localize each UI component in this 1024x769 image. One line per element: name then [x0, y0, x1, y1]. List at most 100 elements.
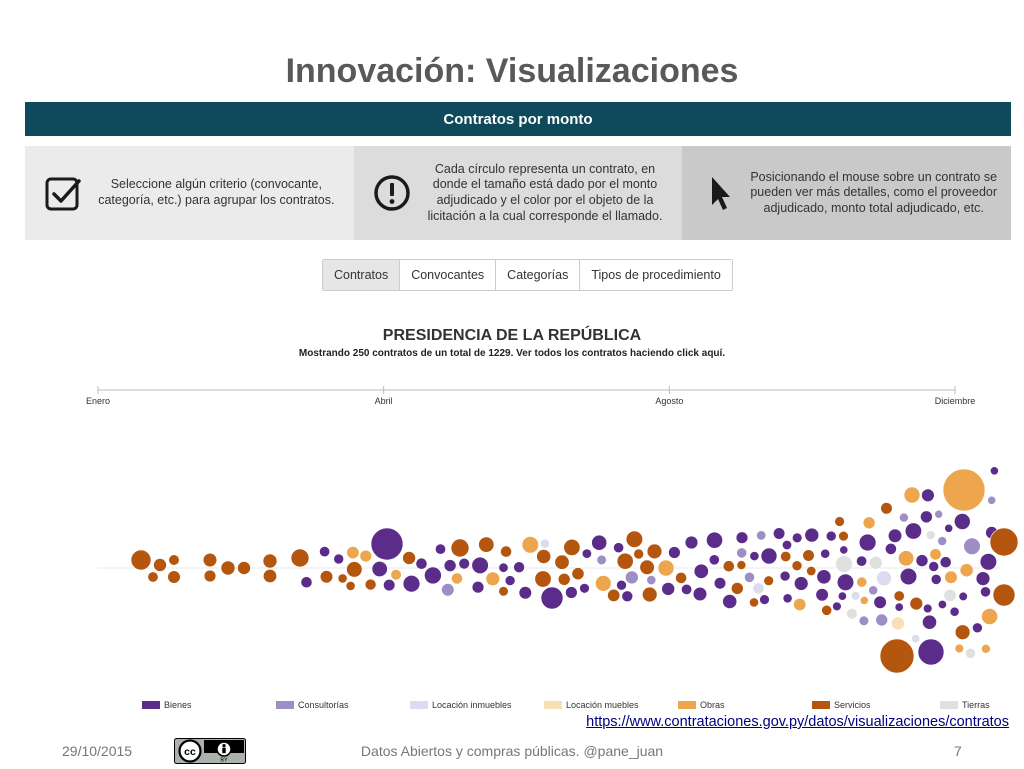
contract-bubble[interactable]	[371, 561, 388, 578]
contract-bubble[interactable]	[521, 536, 539, 554]
contract-bubble[interactable]	[390, 569, 402, 581]
contract-bubble[interactable]	[708, 554, 720, 566]
contract-bubble[interactable]	[616, 552, 634, 570]
contract-bubble[interactable]	[928, 561, 940, 572]
contract-bubble[interactable]	[975, 571, 991, 586]
contract-bubble[interactable]	[346, 546, 360, 560]
contract-bubble[interactable]	[791, 532, 803, 544]
contract-bubble[interactable]	[862, 516, 876, 530]
contract-bubble[interactable]	[383, 579, 396, 592]
contract-bubble[interactable]	[518, 586, 532, 600]
contract-bubble[interactable]	[989, 527, 1019, 557]
contract-bubble[interactable]	[415, 557, 428, 570]
contract-bubble[interactable]	[443, 559, 457, 572]
contract-bubble[interactable]	[965, 647, 976, 659]
contract-bubble[interactable]	[958, 591, 968, 601]
contract-bubble[interactable]	[781, 540, 792, 551]
contract-bubble[interactable]	[458, 557, 470, 570]
contract-bubble[interactable]	[804, 527, 820, 543]
contract-bubble[interactable]	[930, 573, 942, 585]
contract-bubble[interactable]	[441, 583, 455, 597]
contract-bubble[interactable]	[646, 543, 663, 560]
contract-bubble[interactable]	[730, 582, 744, 595]
source-link[interactable]: https://www.contrataciones.gov.py/datos/…	[586, 714, 1009, 730]
contract-bubble[interactable]	[873, 595, 887, 609]
contract-bubble[interactable]	[554, 554, 570, 570]
contract-bubble[interactable]	[722, 594, 738, 609]
contract-bubble[interactable]	[987, 495, 997, 505]
contract-bubble[interactable]	[992, 583, 1016, 607]
contract-bubble[interactable]	[203, 569, 217, 583]
contract-bubble[interactable]	[772, 527, 786, 540]
contract-bubble[interactable]	[641, 586, 658, 603]
contract-bubble[interactable]	[504, 575, 516, 586]
contract-bubble[interactable]	[744, 571, 755, 583]
contract-bubble[interactable]	[616, 579, 627, 591]
contract-bubble[interactable]	[891, 616, 905, 631]
contract-bubble[interactable]	[791, 560, 803, 571]
contract-bubble[interactable]	[949, 606, 960, 617]
contract-bubble[interactable]	[859, 595, 869, 605]
contract-bubble[interactable]	[780, 551, 792, 563]
contract-bubble[interactable]	[846, 608, 858, 620]
contract-bubble[interactable]	[922, 603, 933, 614]
contract-bubble[interactable]	[917, 638, 945, 666]
contract-bubble[interactable]	[167, 570, 181, 584]
contract-bubble[interactable]	[821, 604, 833, 616]
contract-bubble[interactable]	[450, 538, 470, 558]
contract-bubble[interactable]	[953, 513, 971, 530]
contract-bubble[interactable]	[596, 554, 607, 565]
contract-bubble[interactable]	[540, 586, 564, 610]
contract-bubble[interactable]	[954, 643, 964, 654]
contract-bubble[interactable]	[657, 559, 675, 577]
contract-bubble[interactable]	[591, 534, 608, 551]
contract-bubble[interactable]	[825, 530, 837, 542]
contract-bubble[interactable]	[793, 598, 807, 612]
contract-bubble[interactable]	[749, 551, 760, 561]
contract-bubble[interactable]	[759, 594, 770, 605]
contract-bubble[interactable]	[168, 554, 180, 566]
contract-bubble[interactable]	[909, 596, 923, 611]
contract-bubble[interactable]	[920, 510, 933, 524]
contract-bubble[interactable]	[802, 549, 815, 562]
contract-bubble[interactable]	[756, 530, 767, 541]
contract-bubble[interactable]	[500, 545, 512, 558]
contract-bubble[interactable]	[793, 576, 809, 591]
contract-bubble[interactable]	[540, 538, 550, 549]
contract-bubble[interactable]	[944, 570, 958, 584]
contract-bubble[interactable]	[944, 523, 954, 533]
contract-bubble[interactable]	[153, 558, 167, 572]
contract-bubble[interactable]	[364, 578, 377, 591]
contract-bubble[interactable]	[471, 556, 489, 574]
contract-bubble[interactable]	[868, 585, 879, 596]
contract-bubble[interactable]	[262, 553, 278, 569]
contract-bubble[interactable]	[899, 512, 909, 523]
contract-bubble[interactable]	[346, 561, 363, 578]
contract-bubble[interactable]	[624, 570, 639, 585]
contract-bubble[interactable]	[899, 567, 918, 586]
contract-bubble[interactable]	[806, 566, 817, 577]
contract-bubble[interactable]	[858, 615, 870, 626]
contract-bubble[interactable]	[424, 566, 442, 585]
contract-bubble[interactable]	[736, 560, 747, 570]
tab-contratos[interactable]: Contratos	[323, 260, 401, 290]
contract-bubble[interactable]	[333, 553, 345, 565]
contract-bubble[interactable]	[876, 570, 892, 587]
contract-bubble[interactable]	[130, 549, 152, 571]
contract-bubble[interactable]	[943, 589, 957, 603]
contract-bubble[interactable]	[692, 586, 708, 602]
contract-bubble[interactable]	[903, 486, 921, 504]
contract-bubble[interactable]	[402, 575, 421, 593]
contract-bubble[interactable]	[858, 533, 877, 552]
contract-bubble[interactable]	[820, 548, 831, 559]
contract-bubble[interactable]	[850, 591, 861, 601]
contract-bubble[interactable]	[760, 547, 778, 565]
contract-bubble[interactable]	[625, 530, 644, 548]
contract-bubble[interactable]	[898, 550, 915, 567]
contract-bubble[interactable]	[981, 608, 999, 625]
contract-bubble[interactable]	[752, 582, 765, 595]
contract-bubble[interactable]	[498, 562, 509, 573]
contract-bubble[interactable]	[345, 580, 356, 591]
contract-bubble[interactable]	[735, 531, 749, 544]
contract-bubble[interactable]	[202, 552, 218, 568]
